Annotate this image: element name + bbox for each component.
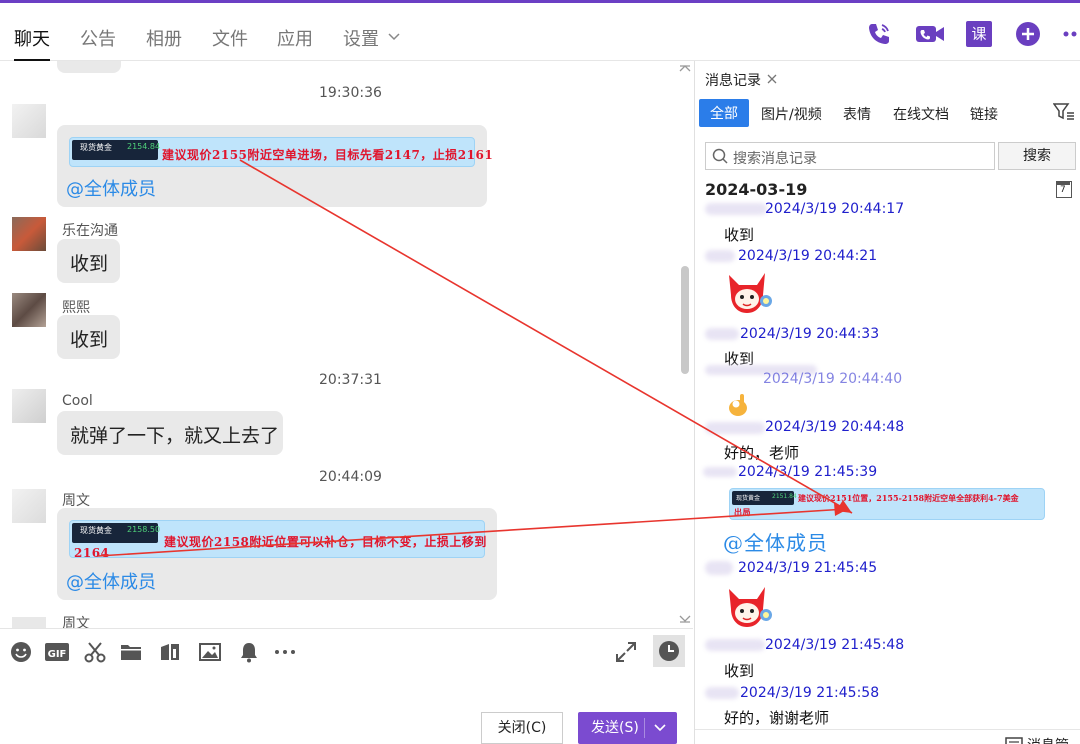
- ok-hand-sticker-icon[interactable]: [727, 393, 749, 417]
- history-title: 消息记录: [705, 73, 761, 89]
- message-timestamp: 19:30:36: [319, 85, 382, 101]
- history-timestamp: 2024/3/19 21:45:45: [738, 560, 878, 576]
- message-bubble[interactable]: [57, 61, 121, 73]
- avatar[interactable]: [12, 489, 46, 523]
- calendar-icon[interactable]: 7: [1056, 181, 1072, 198]
- search-icon: [712, 148, 728, 164]
- history-timestamp: 2024/3/19 21:45:48: [765, 637, 905, 653]
- sender-name: 周文: [62, 616, 90, 628]
- image-text: 2164: [74, 546, 110, 560]
- message-timestamp: 20:37:31: [319, 372, 382, 388]
- close-button[interactable]: 关闭(C): [481, 712, 563, 744]
- send-button[interactable]: 发送(S): [578, 712, 677, 744]
- clock-icon: [659, 641, 679, 661]
- scroll-down-icon[interactable]: [679, 614, 691, 624]
- image-text: 建议现价2155附近空单进场，目标先看2147，止损2161: [162, 148, 494, 162]
- gold-quote-box: 现货黄金 2158.50: [72, 523, 160, 543]
- filter-icon[interactable]: [1053, 103, 1075, 121]
- message-bubble[interactable]: 现货黄金 2158.50 建议现价2158附近位置可以补仓，目标不变，止损上移到…: [57, 508, 497, 600]
- tab-notice[interactable]: 公告: [80, 25, 116, 51]
- history-timestamp: 2024/3/19 21:45:39: [738, 464, 878, 480]
- message-bubble[interactable]: 收到: [57, 315, 120, 359]
- chevron-down-icon[interactable]: [388, 33, 400, 41]
- avatar[interactable]: [12, 293, 46, 327]
- message-bubble[interactable]: 收到: [57, 239, 120, 283]
- message-manage-icon[interactable]: [1005, 737, 1023, 744]
- image-attachment[interactable]: 现货黄金 2154.84 建议现价2155附近空单进场，目标先看2147，止损2…: [69, 137, 493, 167]
- message-timestamp: 20:44:09: [319, 469, 382, 485]
- bell-icon[interactable]: [238, 641, 260, 663]
- tab-album[interactable]: 相册: [146, 25, 182, 51]
- mention-all[interactable]: @全体成员: [723, 527, 828, 556]
- image-attachment[interactable]: 现货黄金 2151.84 建议现价2151位置，2155-2158附近空单全部获…: [729, 488, 1045, 520]
- avatar[interactable]: [12, 389, 46, 423]
- filter-docs[interactable]: 在线文档: [893, 104, 949, 124]
- folder-icon[interactable]: [120, 641, 142, 663]
- close-icon[interactable]: [767, 74, 777, 84]
- mention-all[interactable]: @全体成员: [66, 568, 156, 594]
- video-call-icon[interactable]: [915, 21, 945, 47]
- sender-name: 乐在沟通: [62, 223, 118, 239]
- fox-sticker-icon[interactable]: [723, 585, 775, 635]
- tab-chat[interactable]: 聊天: [14, 25, 50, 61]
- more-icon[interactable]: [1062, 21, 1080, 47]
- sender-name: 周文: [62, 493, 90, 509]
- svg-text:GIF: GIF: [48, 649, 67, 660]
- scissors-icon[interactable]: [84, 641, 106, 663]
- sender-name: 熙熙: [62, 300, 90, 316]
- history-timestamp: 2024/3/19 20:44:40: [763, 371, 903, 387]
- filter-all[interactable]: 全部: [699, 99, 749, 127]
- message-manage-link[interactable]: 消息管理: [1027, 735, 1080, 744]
- screenshot-icon[interactable]: [159, 641, 181, 663]
- history-timestamp: 2024/3/19 20:44:21: [738, 248, 878, 264]
- image-text: 建议现价2158附近位置可以补仓，目标不变，止损上移到: [164, 535, 487, 549]
- image-text: 出局: [734, 507, 751, 517]
- history-panel: 消息记录 全部 图片/视频 表情 在线文档 链接 搜索消息记录 搜索 2024-…: [694, 61, 1080, 744]
- scrollbar-thumb[interactable]: [681, 266, 689, 374]
- message-bubble[interactable]: 现货黄金 2154.84 建议现价2155附近空单进场，目标先看2147，止损2…: [57, 125, 493, 207]
- top-nav: 聊天 公告 相册 文件 应用 设置 课: [0, 3, 1080, 61]
- avatar[interactable]: [12, 217, 46, 251]
- filter-media[interactable]: 图片/视频: [761, 104, 822, 124]
- filter-stickers[interactable]: 表情: [843, 104, 871, 124]
- app-window: 聊天 公告 相册 文件 应用 设置 课 19:30:36 现货黄金 2154.8…: [0, 0, 1080, 744]
- history-timestamp: 2024/3/19 21:45:58: [740, 685, 880, 701]
- more-tools-icon[interactable]: [273, 641, 299, 663]
- message-bubble[interactable]: 就弹了一下，就又上去了: [57, 411, 283, 455]
- history-button[interactable]: [653, 635, 685, 667]
- tab-files[interactable]: 文件: [212, 25, 248, 51]
- gif-icon[interactable]: GIF: [45, 641, 69, 663]
- mention-all[interactable]: @全体成员: [66, 175, 156, 201]
- search-input[interactable]: 搜索消息记录: [705, 142, 995, 170]
- gold-quote-box: 现货黄金 2154.84: [72, 140, 160, 160]
- history-timestamp: 2024/3/19 20:44:33: [740, 326, 880, 342]
- image-attachment[interactable]: 现货黄金 2158.50 建议现价2158附近位置可以补仓，目标不变，止损上移到…: [69, 520, 487, 560]
- tab-settings[interactable]: 设置: [343, 25, 379, 51]
- history-date: 2024-03-19: [705, 180, 808, 199]
- scroll-up-icon[interactable]: [679, 63, 691, 73]
- emoji-icon[interactable]: [10, 641, 32, 663]
- class-icon[interactable]: 课: [966, 21, 992, 47]
- avatar[interactable]: [12, 104, 46, 138]
- add-icon[interactable]: [1015, 21, 1041, 47]
- filter-links[interactable]: 链接: [970, 104, 998, 124]
- image-text: 建议现价2151位置，2155-2158附近空单全部获利4-7美金: [798, 493, 1019, 503]
- chat-message-list[interactable]: 19:30:36 现货黄金 2154.84 建议现价2155附近空单进场，目标先…: [0, 61, 693, 628]
- search-button[interactable]: 搜索: [998, 142, 1076, 170]
- image-icon[interactable]: [199, 641, 221, 663]
- phone-icon[interactable]: [866, 21, 892, 47]
- expand-icon[interactable]: [615, 641, 637, 663]
- history-timestamp: 2024/3/19 20:44:17: [765, 201, 905, 217]
- input-toolbar: GIF: [0, 628, 693, 672]
- gold-quote-box: 现货黄金 2151.84: [732, 491, 797, 505]
- avatar[interactable]: [12, 617, 46, 628]
- tab-apps[interactable]: 应用: [277, 25, 313, 51]
- history-timestamp: 2024/3/19 20:44:48: [765, 419, 905, 435]
- fox-sticker-icon[interactable]: [723, 271, 775, 321]
- sender-name: Cool: [62, 393, 93, 409]
- chevron-down-icon[interactable]: [654, 724, 666, 732]
